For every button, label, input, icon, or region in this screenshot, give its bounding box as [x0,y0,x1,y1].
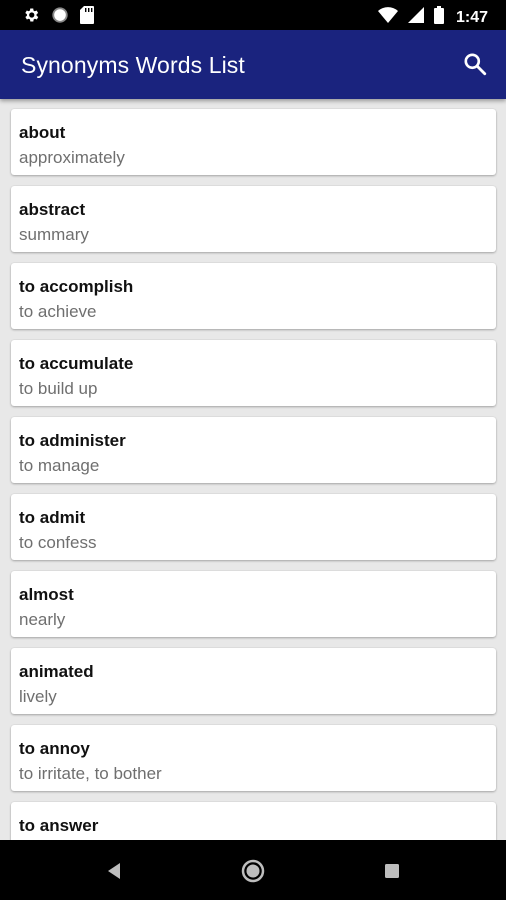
synonym-label: nearly [19,610,66,629]
circle-icon [51,6,69,29]
list-item[interactable]: to admit to confess [11,494,496,560]
list-item[interactable]: about approximately [11,109,496,175]
recents-icon[interactable] [377,856,407,886]
synonym-label: to build up [19,379,98,398]
word-label: to answer [19,816,99,835]
word-label: almost [19,585,74,604]
gear-icon [22,6,40,29]
word-list[interactable]: about approximately abstract summary to … [0,99,506,840]
synonym-label: summary [19,225,89,244]
synonym-label: to confess [19,533,97,552]
word-label: about [19,123,66,142]
list-item[interactable]: almost nearly [11,571,496,637]
app-bar: Synonyms Words List [0,30,506,99]
app-title: Synonyms Words List [21,52,245,78]
synonym-label: lively [19,687,57,706]
word-label: to accomplish [19,277,134,296]
list-item[interactable]: to answer [11,802,496,840]
word-label: to accumulate [19,354,134,373]
synonym-label: to manage [19,456,100,475]
status-bar-left [22,6,94,29]
synonym-label: to irritate, to bother [19,764,162,783]
word-label: abstract [19,200,86,219]
list-item[interactable]: to accomplish to achieve [11,263,496,329]
word-label: animated [19,662,94,681]
word-label: to admit [19,508,86,527]
list-item[interactable]: to accumulate to build up [11,340,496,406]
word-label: to annoy [19,739,90,758]
list-item[interactable]: abstract summary [11,186,496,252]
signal-icon [407,7,424,28]
wifi-icon [377,7,398,28]
status-bar-right: 1:47 [377,6,488,29]
list-item[interactable]: animated lively [11,648,496,714]
synonym-label: to achieve [19,302,97,321]
list-item[interactable]: to administer to manage [11,417,496,483]
list-item[interactable]: to annoy to irritate, to bother [11,725,496,791]
status-time: 1:47 [455,8,488,26]
status-bar: 1:47 [0,0,506,30]
back-icon[interactable] [99,856,129,886]
battery-icon [433,6,444,29]
navigation-bar [0,840,506,900]
sd-card-icon [80,6,94,29]
word-label: to administer [19,431,126,450]
home-icon[interactable] [238,856,268,886]
synonym-label: approximately [19,148,125,167]
search-icon[interactable] [462,51,488,77]
